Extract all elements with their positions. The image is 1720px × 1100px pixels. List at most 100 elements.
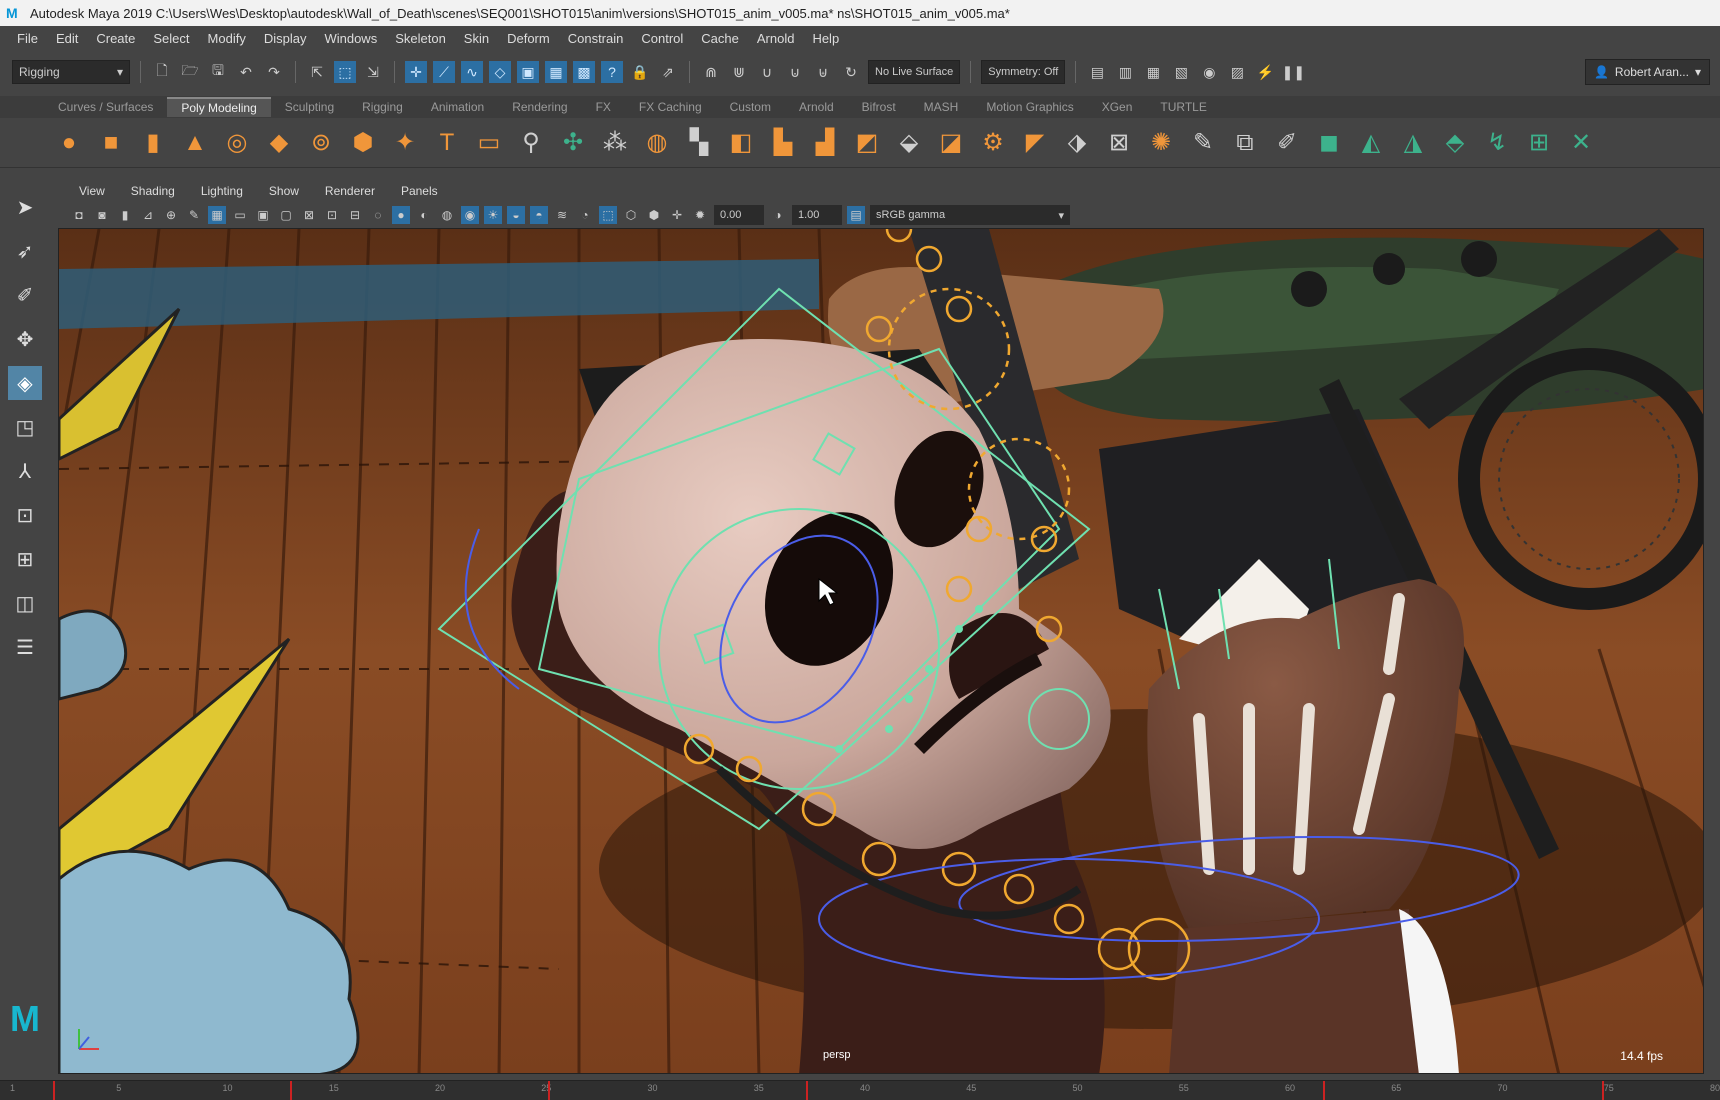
ipr-render-icon[interactable]: ▦ [1142,61,1164,83]
shadows-icon[interactable]: ◒ [507,206,525,224]
smooth-icon[interactable]: ⁂ [598,126,632,160]
attach-curve-icon[interactable]: ⬘ [1438,126,1472,160]
symmetry-field[interactable]: Symmetry: Off [981,60,1066,84]
snap-view-plane-icon[interactable]: ⊍ [784,61,806,83]
menu-deform[interactable]: Deform [498,31,559,46]
extract-icon[interactable]: ▚ [682,126,716,160]
target-weld-icon[interactable]: ◤ [1018,126,1052,160]
freeze-transform-icon[interactable]: ◭ [1354,126,1388,160]
quadrangulate-icon[interactable]: ✕ [1564,126,1598,160]
color-space-dropdown[interactable]: sRGB gamma ▾ [870,205,1070,225]
poly-cube-icon[interactable]: ■ [94,126,128,160]
gamma-icon[interactable]: ◑ [769,206,787,224]
mask-joints-icon[interactable]: ⟋ [433,61,455,83]
shelf-tab-bifrost[interactable]: Bifrost [848,98,910,116]
shelf-tab-poly-modeling[interactable]: Poly Modeling [167,97,271,117]
anti-aliasing-icon[interactable]: ◔ [576,206,594,224]
color-management-icon[interactable]: ▤ [847,206,865,224]
planar-map-icon[interactable]: ⧉ [1228,126,1262,160]
wireframe-icon[interactable]: ◌ [369,206,387,224]
keyframe-marker[interactable] [289,1081,292,1100]
save-scene-icon[interactable]: 🖫 [207,61,229,83]
mask-deformers-icon[interactable]: ▣ [517,61,539,83]
keyframe-marker[interactable] [806,1081,809,1100]
motion-blur-icon[interactable]: ≋ [553,206,571,224]
xray-icon[interactable]: ⬡ [622,206,640,224]
center-pivot-icon[interactable]: ◮ [1396,126,1430,160]
snap-pivot-icon[interactable]: ↻ [840,61,862,83]
safe-title-icon[interactable]: ⊟ [346,206,364,224]
resolution-gate-icon[interactable]: ▣ [254,206,272,224]
camera-icon[interactable]: ◘ [70,206,88,224]
panel-menu-panels[interactable]: Panels [388,184,451,198]
shelf-tab-fx[interactable]: FX [582,98,625,116]
shelf-tab-rendering[interactable]: Rendering [498,98,581,116]
move-tool-icon[interactable]: ✥ [8,322,42,356]
connect-icon[interactable]: ⬗ [1060,126,1094,160]
rotate-tool-icon[interactable]: ◈ [8,366,42,400]
svg-icon[interactable]: ▭ [472,126,506,160]
panel-menu-renderer[interactable]: Renderer [312,184,388,198]
isolate-select-icon[interactable]: ⬚ [599,206,617,224]
open-scene-icon[interactable]: 🗁 [179,61,201,83]
bookmark-icon[interactable]: ▮ [116,206,134,224]
mask-misc-icon[interactable]: ? [601,61,623,83]
lasso-tool-icon[interactable]: ➶ [8,234,42,268]
mirror-icon[interactable]: ◧ [724,126,758,160]
perspective-viewport[interactable]: persp 14.4 fps [58,228,1704,1074]
undo-icon[interactable]: ↶ [235,61,257,83]
camera-attributes-icon[interactable]: ◙ [93,206,111,224]
select-object-icon[interactable]: ⬚ [334,61,356,83]
mask-handles-icon[interactable]: ✛ [405,61,427,83]
select-hierarchy-icon[interactable]: ⇱ [306,61,328,83]
last-tool-icon[interactable]: ⅄ [8,454,42,488]
exposure-field[interactable]: 0.00 [714,205,764,225]
poly-cone-icon[interactable]: ▲ [178,126,212,160]
poly-sphere-icon[interactable]: ● [52,126,86,160]
menu-edit[interactable]: Edit [47,31,87,46]
snap-curve-icon[interactable]: ⋓ [728,61,750,83]
make-live-icon[interactable]: ⊎ [812,61,834,83]
menu-select[interactable]: Select [144,31,198,46]
arnold-ipr-icon[interactable]: ⚡ [1254,61,1276,83]
select-component-icon[interactable]: ⇲ [362,61,384,83]
xray-active-icon[interactable]: ⬢ [645,206,663,224]
super-shape-icon[interactable]: ✦ [388,126,422,160]
panel-menu-shading[interactable]: Shading [118,184,188,198]
bevel-icon[interactable]: ◩ [850,126,884,160]
xray-joints-icon[interactable]: ✛ [668,206,686,224]
mask-curves-icon[interactable]: ∿ [461,61,483,83]
menu-constrain[interactable]: Constrain [559,31,633,46]
shelf-tab-custom[interactable]: Custom [716,98,785,116]
outliner-layout-icon[interactable]: ☰ [8,630,42,664]
snap-grid-icon[interactable]: ⋒ [700,61,722,83]
poly-disc-icon[interactable]: ⊚ [304,126,338,160]
four-view-layout-icon[interactable]: ⊞ [8,542,42,576]
multi-cut-icon[interactable]: ⚙ [976,126,1010,160]
field-chart-icon[interactable]: ⊠ [300,206,318,224]
grease-pencil-icon[interactable]: ✎ [185,206,203,224]
menu-cache[interactable]: Cache [692,31,748,46]
bridge-icon[interactable]: ▙ [766,126,800,160]
menu-file[interactable]: File [8,31,47,46]
scale-tool-icon[interactable]: ◳ [8,410,42,444]
select-tool-icon[interactable]: ➤ [8,190,42,224]
menu-set-dropdown[interactable]: Rigging ▾ [12,60,130,84]
live-surface-field[interactable]: No Live Surface [868,60,961,84]
shelf-tab-fx-caching[interactable]: FX Caching [625,98,716,116]
uv-editor-icon[interactable]: ✎ [1186,126,1220,160]
menu-modify[interactable]: Modify [199,31,255,46]
menu-create[interactable]: Create [87,31,144,46]
2d-pan-zoom-icon[interactable]: ⊕ [162,206,180,224]
textured-icon[interactable]: ◉ [461,206,479,224]
safe-action-icon[interactable]: ⊡ [323,206,341,224]
poly-torus-icon[interactable]: ◎ [220,126,254,160]
wireframe-on-shaded-icon[interactable]: ◍ [438,206,456,224]
pause-icon[interactable]: ❚❚ [1282,61,1305,83]
default-material-icon[interactable]: ◐ [415,206,433,224]
film-gate-icon[interactable]: ▭ [231,206,249,224]
keyframe-marker[interactable] [1602,1081,1605,1100]
fill-hole-icon[interactable]: ⬙ [892,126,926,160]
shelf-tab-turtle[interactable]: TURTLE [1146,98,1220,116]
boolean-icon[interactable]: ◍ [640,126,674,160]
